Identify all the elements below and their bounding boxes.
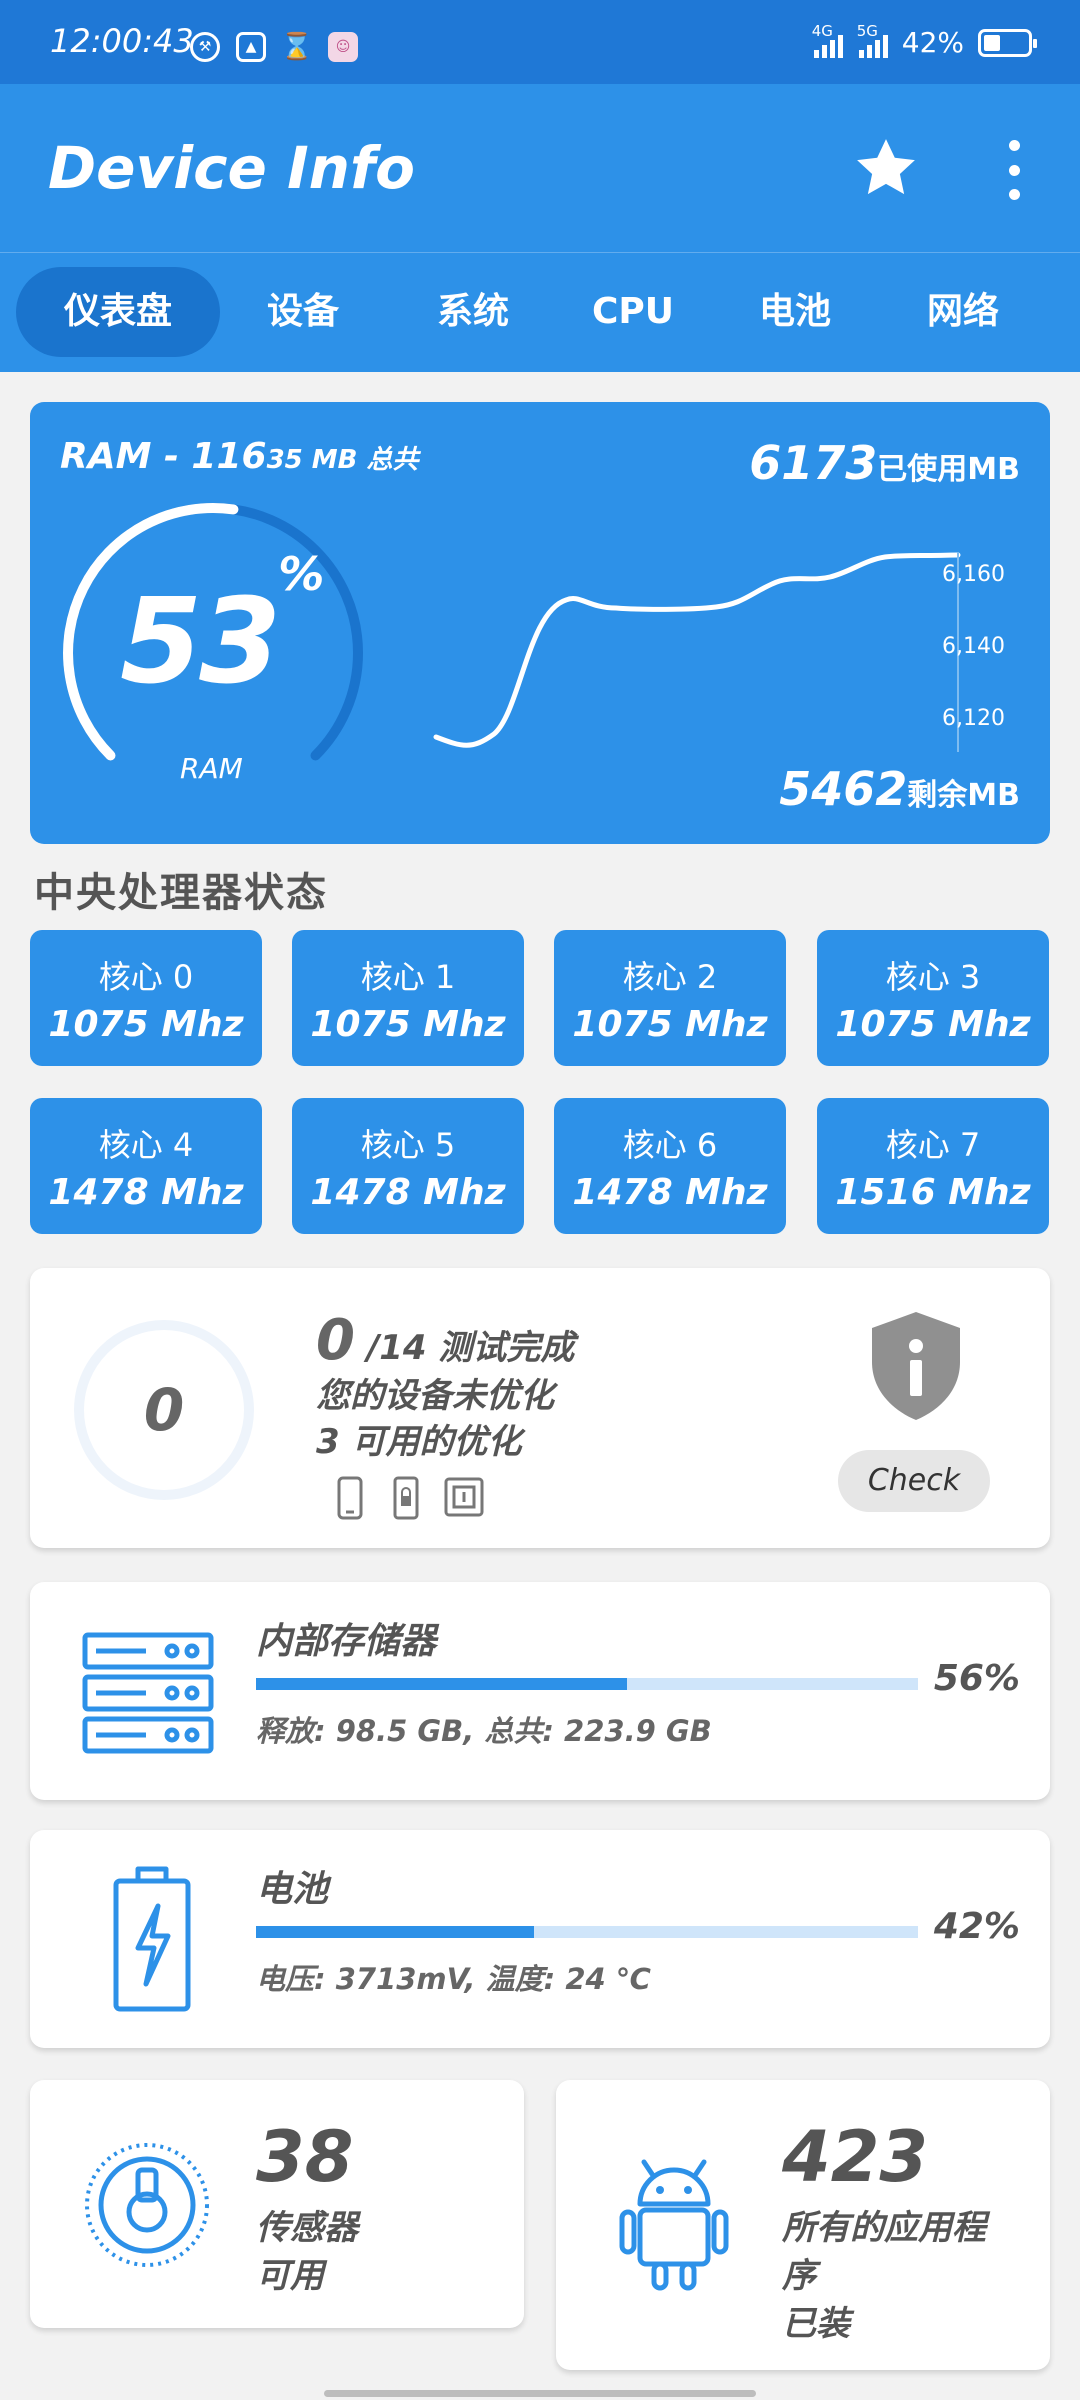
tab-cpu[interactable]: CPU	[560, 267, 706, 357]
apps-card[interactable]: 423 所有的应用程 序 已装	[556, 2080, 1050, 2370]
apps-label: 所有的应用程	[782, 2208, 986, 2248]
ram-used: 6173已使用MB	[749, 436, 1020, 490]
cpu-core-tile[interactable]: 核心 2 1075 Mhz	[554, 930, 786, 1066]
signal-4g-icon: 4G	[812, 22, 843, 58]
tab-dashboard[interactable]: 仪表盘	[16, 267, 220, 357]
sensors-sublabel: 可用	[256, 2256, 324, 2296]
wrench-icon: ⚒	[190, 32, 220, 62]
cpu-core-tile[interactable]: 核心 6 1478 Mhz	[554, 1098, 786, 1234]
tab-network[interactable]: 网络	[890, 267, 1036, 357]
avatar-notification-icon: ☺	[328, 32, 358, 62]
storage-progress-fill	[256, 1678, 627, 1690]
apps-label-cont: 序	[782, 2256, 816, 2296]
storage-detail: 释放: 98.5 GB, 总共: 223.9 GB	[256, 1714, 712, 1748]
ram-free-value: 5462	[779, 762, 908, 816]
status-right: 4G 5G 42%	[812, 22, 1037, 59]
phone-icon	[337, 1476, 363, 1520]
cpu-core-tile[interactable]: 核心 0 1075 Mhz	[30, 930, 262, 1066]
ram-free-label: 剩余MB	[907, 778, 1020, 813]
cpu-core-tile[interactable]: 核心 3 1075 Mhz	[817, 930, 1049, 1066]
lock-icon	[393, 1476, 419, 1520]
tests-total: /14 测试完成	[366, 1328, 575, 1368]
signal-5g-icon: 5G	[857, 22, 888, 58]
battery-percent: 42%	[901, 26, 964, 59]
status-time: 12:00:43	[50, 22, 194, 60]
status-bar: 12:00:43 ⚒ ▲ ⌛ ☺ 4G 5G 42%	[0, 0, 1080, 84]
check-button[interactable]: Check	[838, 1450, 990, 1512]
battery-detail: 电压: 3713mV, 温度: 24 ℃	[256, 1962, 651, 1996]
optimization-available: 3 可用的优化	[316, 1422, 522, 1462]
storage-card[interactable]: 内部存储器 56% 释放: 98.5 GB, 总共: 223.9 GB	[30, 1582, 1050, 1800]
ram-ytick: 6,140	[942, 634, 1005, 659]
battery-title: 电池	[256, 1869, 329, 1910]
status-notification-icons: ⚒ ▲ ⌛ ☺	[190, 32, 358, 62]
sensors-label: 传感器	[256, 2208, 358, 2248]
app-bar: Device Info	[0, 84, 1080, 252]
sensors-card[interactable]: 38 传感器 可用	[30, 2080, 524, 2328]
star-icon[interactable]	[852, 134, 920, 202]
android-icon	[619, 2159, 729, 2291]
cpu-core-tile[interactable]: 核心 4 1478 Mhz	[30, 1098, 262, 1234]
battery-progress-fill	[256, 1926, 535, 1938]
ram-ytick: 6,160	[942, 562, 1005, 587]
shield-info-icon	[872, 1312, 960, 1420]
optimization-text: 0 /14 测试完成 您的设备未优化 3 可用的优化	[316, 1308, 574, 1465]
optimization-card: 0 0 /14 测试完成 您的设备未优化 3 可用的优化 Check	[30, 1268, 1050, 1548]
ram-percent: 53%	[120, 546, 325, 710]
battery-card[interactable]: 电池 42% 电压: 3713mV, 温度: 24 ℃	[30, 1830, 1050, 2048]
storage-progress-bar	[256, 1678, 918, 1690]
ram-title: RAM - 11635 MB 总共	[60, 436, 419, 477]
app-title: Device Info	[48, 134, 416, 202]
ram-free: 5462剩余MB	[779, 762, 1020, 816]
apps-count: 423	[782, 2116, 929, 2198]
battery-percent: 42%	[933, 1906, 1020, 1947]
optimization-status: 您的设备未优化	[316, 1376, 554, 1416]
battery-progress-bar	[256, 1926, 918, 1938]
tab-bar: 仪表盘 设备 系统 CPU 电池 网络	[0, 252, 1080, 372]
cpu-section-title: 中央处理器状态	[34, 870, 328, 916]
sensors-count: 38	[256, 2116, 354, 2198]
sensor-icon	[85, 2143, 209, 2267]
app-notification-icon: ▲	[236, 32, 266, 62]
ram-card[interactable]: RAM - 11635 MB 总共 6173已使用MB 53% RAM 6,16…	[30, 402, 1050, 844]
tests-done-count: 0	[316, 1308, 355, 1373]
ram-usage-sparkline	[433, 552, 961, 752]
ram-used-value: 6173	[749, 436, 878, 490]
ram-used-label: 已使用MB	[877, 452, 1020, 487]
server-icon	[82, 1632, 214, 1754]
tab-device[interactable]: 设备	[230, 267, 376, 357]
optimization-score-ring: 0	[74, 1320, 254, 1500]
more-options-icon[interactable]	[996, 140, 1032, 200]
storage-title: 内部存储器	[256, 1621, 437, 1662]
cpu-core-tile[interactable]: 核心 1 1075 Mhz	[292, 930, 524, 1066]
nfc-icon	[444, 1477, 484, 1517]
ram-gauge-label: RAM	[180, 752, 243, 785]
ram-ytick: 6,120	[942, 706, 1005, 731]
tab-battery[interactable]: 电池	[722, 267, 868, 357]
cpu-core-tile[interactable]: 核心 5 1478 Mhz	[292, 1098, 524, 1234]
battery-icon	[978, 28, 1037, 57]
hourglass-icon: ⌛	[280, 32, 314, 62]
home-indicator[interactable]	[324, 2390, 756, 2397]
tab-system[interactable]: 系统	[400, 267, 546, 357]
cpu-core-tile[interactable]: 核心 7 1516 Mhz	[817, 1098, 1049, 1234]
storage-percent: 56%	[933, 1658, 1020, 1699]
apps-sublabel: 已装	[782, 2304, 850, 2344]
battery-bolt-icon	[113, 1866, 191, 2012]
